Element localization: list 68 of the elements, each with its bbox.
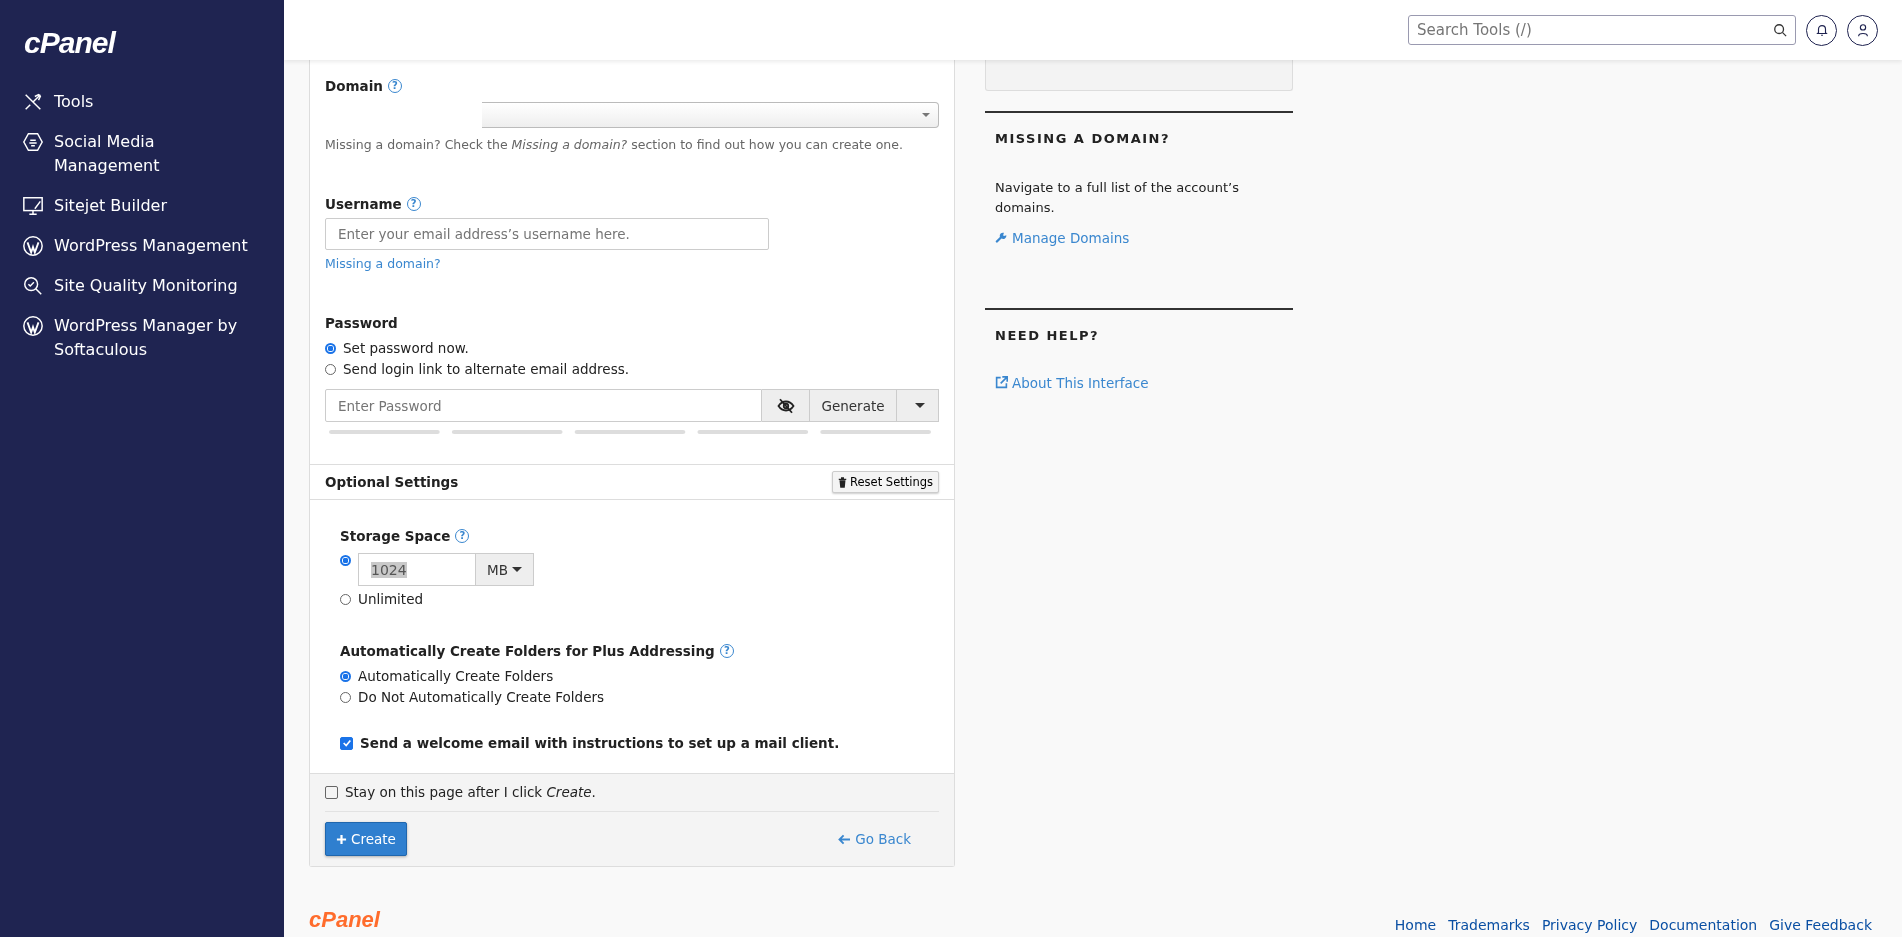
- section-title: Optional Settings: [325, 474, 459, 490]
- missing-domain-link[interactable]: Missing a domain?: [325, 256, 441, 271]
- go-back-link[interactable]: Go Back: [838, 831, 911, 847]
- generate-button[interactable]: Generate: [810, 389, 897, 422]
- sidebar-item[interactable]: WordPress Management: [22, 234, 252, 258]
- field-label: Username: [325, 196, 402, 212]
- option-label: Automatically Create Folders: [358, 668, 554, 684]
- user-button[interactable]: [1847, 14, 1878, 46]
- trash-icon: [838, 476, 848, 488]
- radio-button[interactable]: [340, 555, 351, 566]
- help-text: Missing a domain? Check the Missing a domain? section to find out how you can create one.: [325, 137, 904, 152]
- create-button[interactable]: Create: [325, 822, 407, 856]
- notifications-button[interactable]: [1806, 14, 1837, 46]
- search-icon: [1773, 23, 1787, 37]
- option-label: Unlimited: [358, 591, 423, 607]
- quota-field[interactable]: 1024: [358, 553, 476, 586]
- user-icon: [1855, 23, 1870, 37]
- sidebar-item[interactable]: Sitejet Builder: [22, 194, 252, 218]
- sidebar-item[interactable]: WordPress Manager by Softaculous: [22, 314, 252, 362]
- field-label: Storage Space: [340, 528, 451, 544]
- wordpress-icon: [22, 235, 44, 257]
- option-label: Send login link to alternate email address.: [343, 361, 629, 377]
- monitor-icon: [22, 195, 44, 217]
- field-label: Automatically Create Folders for Plus Addressing: [340, 643, 715, 659]
- username-field[interactable]: Enter your email address’s username here.: [325, 218, 769, 250]
- generate-options-button[interactable]: [897, 389, 939, 422]
- checkbox[interactable]: [325, 785, 338, 799]
- arrow-left-icon: [838, 833, 852, 845]
- about-interface-link[interactable]: About This Interface: [995, 374, 1149, 391]
- footer-link[interactable]: Privacy Policy: [1541, 917, 1638, 933]
- caret-icon: [511, 567, 522, 572]
- section-text: Navigate to a full list of the account’s domains.: [995, 179, 1240, 217]
- bell-icon: [1814, 23, 1829, 37]
- quota-value: 1024: [371, 561, 407, 578]
- field-label: Domain: [325, 78, 383, 94]
- footer-link[interactable]: Trademarks: [1448, 917, 1530, 933]
- checkbox[interactable]: [340, 736, 353, 750]
- plus-icon: [336, 833, 347, 845]
- password-field[interactable]: Enter Password: [325, 389, 762, 422]
- toggle-visibility-button[interactable]: [762, 389, 810, 422]
- wordpress-icon: [22, 315, 44, 337]
- cpanel-logo[interactable]: cPanel: [24, 26, 284, 60]
- hexagon-icon: [22, 131, 44, 153]
- manage-domains-link[interactable]: Manage Domains: [995, 230, 1130, 246]
- cpanel-logo: cPanel: [309, 907, 380, 933]
- wrench-icon: [995, 231, 1008, 245]
- caret-icon: [914, 403, 925, 408]
- section-title: NEED HELP?: [995, 327, 1101, 343]
- option-label: Send a welcome email with instructions to set up a mail client.: [360, 735, 840, 751]
- radio-button[interactable]: [325, 342, 336, 354]
- section-title: MISSING A DOMAIN?: [995, 131, 1171, 146]
- tools-icon: [22, 91, 44, 113]
- option-label: Do Not Automatically Create Folders: [358, 689, 605, 705]
- radio-button[interactable]: [340, 670, 351, 682]
- reset-settings-button[interactable]: Reset Settings: [832, 471, 939, 493]
- footer-link[interactable]: Home: [1394, 917, 1437, 933]
- sidebar-item[interactable]: Site Quality Monitoring: [22, 274, 252, 298]
- sidebar-item[interactable]: Tools: [22, 90, 252, 114]
- field-label: Password: [325, 315, 398, 331]
- unit-dropdown[interactable]: MB: [476, 553, 534, 586]
- footer-link[interactable]: Give Feedback: [1769, 917, 1872, 933]
- external-link-icon: [995, 376, 1008, 389]
- option-label: Stay on this page after I click Create.: [345, 784, 596, 800]
- search-field[interactable]: Search Tools (/): [1408, 15, 1796, 45]
- sidebar-item[interactable]: Social Media Management: [22, 130, 252, 178]
- option-label: Set password now.: [343, 340, 469, 356]
- magnifier-check-icon: [22, 275, 44, 297]
- footer-link[interactable]: Documentation: [1649, 917, 1758, 933]
